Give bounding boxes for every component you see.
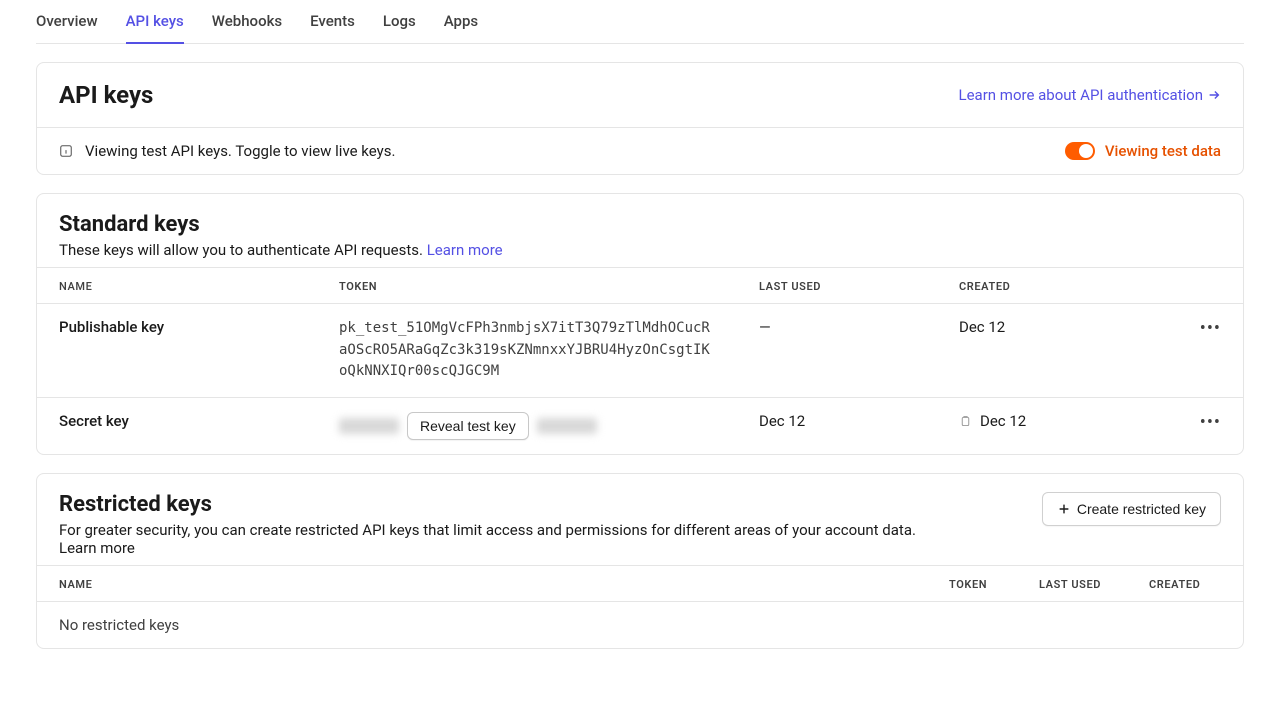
header-card: API keys Learn more about API authentica… [36,62,1244,175]
tab-apps[interactable]: Apps [444,12,478,44]
standard-keys-table: NAME TOKEN LAST USED CREATED Publishable… [37,267,1243,454]
restricted-keys-card: Restricted keys For greater security, yo… [36,473,1244,649]
clipboard-icon[interactable] [959,415,972,428]
col-token: TOKEN [933,566,1023,602]
standard-keys-title: Standard keys [59,212,1221,237]
toggle-label: Viewing test data [1105,142,1221,160]
learn-more-auth-link[interactable]: Learn more about API authentication [959,86,1221,104]
publishable-token[interactable]: pk_test_51OMgVcFPh3nmbjsX7itT3Q79zTlMdhO… [339,318,715,383]
col-name: NAME [37,268,317,304]
col-created: CREATED [1133,566,1243,602]
col-last-used: LAST USED [1023,566,1133,602]
key-name: Publishable key [37,304,317,398]
table-row: No restricted keys [37,602,1243,649]
table-row: Publishable key pk_test_51OMgVcFPh3nmbjs… [37,304,1243,398]
row-menu-icon[interactable]: ••• [1200,412,1221,433]
reveal-test-key-button[interactable]: Reveal test key [407,412,529,440]
row-menu-icon[interactable]: ••• [1200,318,1221,339]
nav-tabs: Overview API keys Webhooks Events Logs A… [36,0,1244,44]
tab-logs[interactable]: Logs [383,12,416,44]
empty-state: No restricted keys [37,602,1243,649]
learn-more-auth-text: Learn more about API authentication [959,86,1203,104]
tab-api-keys[interactable]: API keys [126,12,184,44]
last-used: Dec 12 [737,398,937,455]
col-name: NAME [37,566,933,602]
table-row: Secret key Reveal test key Dec 12 Dec 12 [37,398,1243,455]
tab-overview[interactable]: Overview [36,12,98,44]
restricted-keys-title: Restricted keys [59,492,916,517]
standard-keys-card: Standard keys These keys will allow you … [36,193,1244,455]
notice-bar: Viewing test API keys. Toggle to view li… [37,127,1243,174]
restricted-keys-desc: For greater security, you can create res… [59,521,916,557]
created: Dec 12 [937,304,1178,398]
key-name: Secret key [37,398,317,455]
blurred-token [339,418,399,434]
standard-learn-more-link[interactable]: Learn more [427,241,503,259]
last-used: — [737,304,937,398]
col-actions [1178,268,1243,304]
create-restricted-key-label: Create restricted key [1077,501,1206,517]
col-created: CREATED [937,268,1178,304]
standard-keys-desc: These keys will allow you to authenticat… [59,241,1221,259]
tab-webhooks[interactable]: Webhooks [212,12,282,44]
restricted-learn-more-link[interactable]: Learn more [59,539,135,557]
page-title: API keys [59,81,153,109]
info-icon [59,144,73,158]
notice-text: Viewing test API keys. Toggle to view li… [85,142,395,160]
restricted-keys-table: NAME TOKEN LAST USED CREATED No restrict… [37,565,1243,648]
col-token: TOKEN [317,268,737,304]
created: Dec 12 [980,412,1026,430]
tab-events[interactable]: Events [310,12,355,44]
test-mode-toggle[interactable] [1065,142,1095,160]
arrow-right-icon [1207,88,1221,102]
col-last-used: LAST USED [737,268,937,304]
blurred-token [537,418,597,434]
create-restricted-key-button[interactable]: Create restricted key [1042,492,1221,526]
plus-icon [1057,502,1071,516]
